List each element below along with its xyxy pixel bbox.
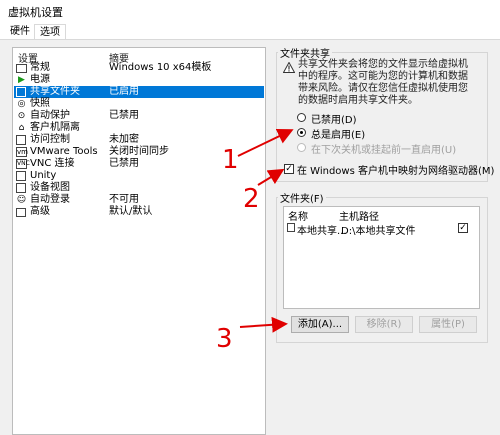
annotation-1: 1	[222, 145, 239, 175]
arrow-1	[237, 128, 294, 157]
annotation-2: 2	[243, 184, 260, 214]
annotation-arrows	[237, 128, 294, 333]
annotation-3: 3	[216, 324, 233, 354]
arrow-2	[257, 168, 285, 186]
arrow-3	[239, 316, 288, 333]
